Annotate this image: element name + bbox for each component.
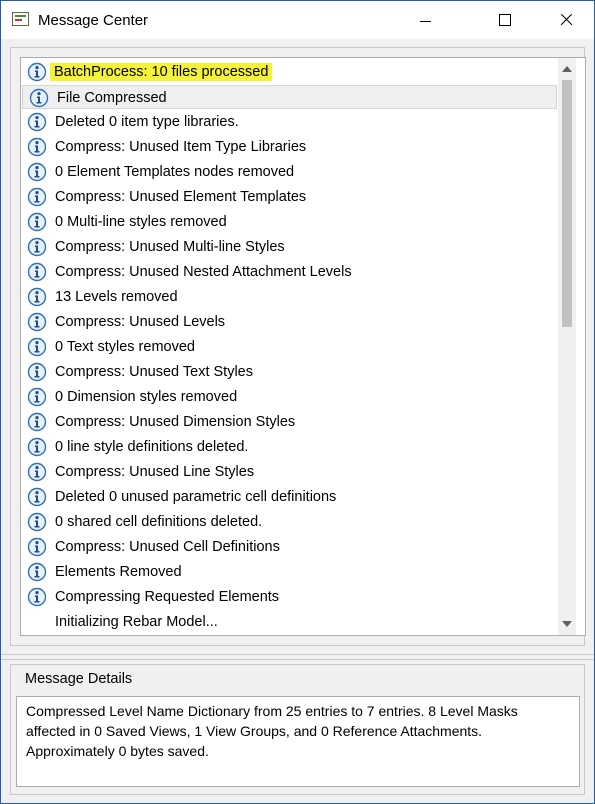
message-list-item[interactable]: File Compressed bbox=[22, 85, 557, 109]
message-list-item[interactable]: 0 Dimension styles removed bbox=[21, 385, 558, 409]
title-bar[interactable]: Message Center bbox=[1, 1, 594, 39]
scroll-down-arrow-icon[interactable] bbox=[562, 621, 572, 627]
message-list-item[interactable]: Elements Removed bbox=[21, 560, 558, 584]
message-list-item[interactable]: 0 line style definitions deleted. bbox=[21, 435, 558, 459]
message-text: Compress: Unused Nested Attachment Level… bbox=[55, 264, 352, 280]
message-details-text: Compressed Level Name Dictionary from 25… bbox=[26, 703, 518, 759]
message-text: Compress: Unused Element Templates bbox=[55, 189, 307, 205]
message-text: Deleted 0 unused parametric cell definit… bbox=[55, 489, 337, 505]
info-icon bbox=[27, 487, 47, 507]
vertical-scrollbar[interactable] bbox=[558, 58, 576, 635]
info-icon bbox=[27, 512, 47, 532]
info-icon bbox=[27, 112, 47, 132]
message-list-item[interactable]: Compress: Unused Multi-line Styles bbox=[21, 235, 558, 259]
message-list-item[interactable]: 13 Levels removed bbox=[21, 285, 558, 309]
message-list-panel: BatchProcess: 10 files processed File Com… bbox=[10, 47, 586, 646]
message-text: Compress: Unused Text Styles bbox=[55, 364, 253, 380]
panel-splitter[interactable] bbox=[1, 654, 594, 660]
info-icon bbox=[27, 362, 47, 382]
info-icon bbox=[29, 88, 49, 108]
message-text: 0 Element Templates nodes removed bbox=[55, 164, 295, 180]
info-icon bbox=[27, 262, 47, 282]
message-text: BatchProcess: 10 files processed bbox=[50, 63, 273, 81]
message-text: 0 line style definitions deleted. bbox=[55, 439, 249, 455]
message-list-item[interactable]: Initializing Rebar Model... bbox=[21, 610, 558, 634]
message-list-item[interactable]: Compress: Unused Element Templates bbox=[21, 185, 558, 209]
message-details-box[interactable]: Compressed Level Name Dictionary from 25… bbox=[16, 696, 580, 787]
message-text: Compressing Requested Elements bbox=[55, 589, 280, 605]
message-text: Deleted 0 item type libraries. bbox=[55, 114, 239, 130]
info-icon bbox=[27, 187, 47, 207]
message-text: Elements Removed bbox=[55, 564, 182, 580]
maximize-icon bbox=[499, 14, 511, 26]
info-icon bbox=[27, 137, 47, 157]
scrollbar-thumb[interactable] bbox=[562, 80, 572, 327]
message-text: Compress: Unused Cell Definitions bbox=[55, 539, 280, 555]
info-icon bbox=[27, 312, 47, 332]
message-text: 0 shared cell definitions deleted. bbox=[55, 514, 263, 530]
message-details-panel: Message Details Compressed Level Name Di… bbox=[10, 664, 585, 795]
info-icon bbox=[27, 162, 47, 182]
message-center-app-icon[interactable] bbox=[12, 12, 29, 26]
info-icon bbox=[27, 212, 47, 232]
message-text: Initializing Rebar Model... bbox=[55, 614, 218, 630]
info-icon bbox=[27, 562, 47, 582]
minimize-button[interactable] bbox=[403, 1, 449, 39]
message-list-item[interactable]: Compressing Requested Elements bbox=[21, 585, 558, 609]
message-text: Compress: Unused Item Type Libraries bbox=[55, 139, 307, 155]
message-list-item[interactable]: Compress: Unused Levels bbox=[21, 310, 558, 334]
message-text: 0 Dimension styles removed bbox=[55, 389, 238, 405]
message-details-label: Message Details bbox=[25, 671, 133, 687]
info-icon bbox=[27, 62, 47, 82]
message-list-item[interactable]: Compress: Unused Item Type Libraries bbox=[21, 135, 558, 159]
message-text: 0 Text styles removed bbox=[55, 339, 195, 355]
message-list-item[interactable]: 0 Multi-line styles removed bbox=[21, 210, 558, 234]
message-text: Compress: Unused Line Styles bbox=[55, 464, 255, 480]
message-list-item[interactable]: BatchProcess: 10 files processed bbox=[21, 60, 558, 84]
message-list-item[interactable]: Compress: Unused Line Styles bbox=[21, 460, 558, 484]
message-list-item[interactable]: 0 Element Templates nodes removed bbox=[21, 160, 558, 184]
info-icon bbox=[27, 287, 47, 307]
info-icon bbox=[27, 587, 47, 607]
message-text: File Compressed bbox=[57, 90, 167, 106]
message-text: 0 Multi-line styles removed bbox=[55, 214, 227, 230]
message-list-item[interactable]: Compress: Unused Cell Definitions bbox=[21, 535, 558, 559]
minimize-icon bbox=[420, 21, 431, 22]
message-text: 13 Levels removed bbox=[55, 289, 178, 305]
info-icon bbox=[27, 437, 47, 457]
message-list-item[interactable]: Compress: Unused Text Styles bbox=[21, 360, 558, 384]
window-title: Message Center bbox=[38, 12, 149, 29]
message-list-item[interactable]: Compress: Unused Dimension Styles bbox=[21, 410, 558, 434]
close-button[interactable] bbox=[543, 1, 589, 39]
message-list-item[interactable]: Deleted 0 item type libraries. bbox=[21, 110, 558, 134]
message-text: Compress: Unused Levels bbox=[55, 314, 226, 330]
message-list-item[interactable]: Deleted 0 unused parametric cell definit… bbox=[21, 485, 558, 509]
message-center-window: Message Center BatchProcess: 10 files pr… bbox=[0, 0, 595, 804]
message-list-item[interactable]: 0 shared cell definitions deleted. bbox=[21, 510, 558, 534]
info-icon bbox=[27, 537, 47, 557]
message-list-item[interactable]: Compress: Unused Nested Attachment Level… bbox=[21, 260, 558, 284]
info-icon bbox=[27, 412, 47, 432]
message-text: Compress: Unused Dimension Styles bbox=[55, 414, 296, 430]
info-icon bbox=[27, 237, 47, 257]
info-icon bbox=[27, 462, 47, 482]
message-list[interactable]: BatchProcess: 10 files processed File Com… bbox=[20, 57, 586, 636]
message-text: Compress: Unused Multi-line Styles bbox=[55, 239, 285, 255]
scroll-up-arrow-icon[interactable] bbox=[562, 66, 572, 72]
info-icon bbox=[27, 387, 47, 407]
maximize-button[interactable] bbox=[482, 1, 528, 39]
info-icon bbox=[27, 337, 47, 357]
message-list-item[interactable]: 0 Text styles removed bbox=[21, 335, 558, 359]
